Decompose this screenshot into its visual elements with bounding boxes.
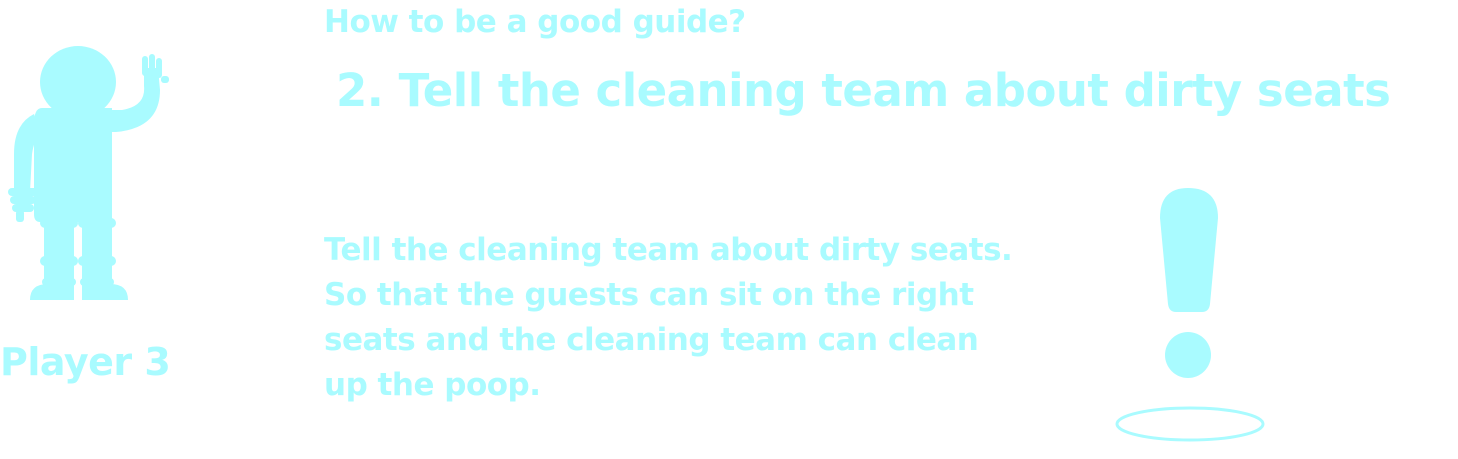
exclamation-mark-icon [1115, 188, 1265, 442]
section-kicker: How to be a good guide? [324, 4, 746, 40]
description-line: up the poop. [324, 367, 541, 403]
description-line: seats and the cleaning team can clean [324, 322, 979, 358]
player-label: Player 3 [0, 340, 171, 384]
waving-person-icon [8, 46, 169, 300]
step-description: Tell the cleaning team about dirty seats… [324, 228, 1044, 408]
step-title: 2. Tell the cleaning team about dirty se… [336, 64, 1391, 117]
description-line: Tell the cleaning team about dirty seats… [324, 232, 1013, 268]
description-line: So that the guests can sit on the right [324, 277, 974, 313]
